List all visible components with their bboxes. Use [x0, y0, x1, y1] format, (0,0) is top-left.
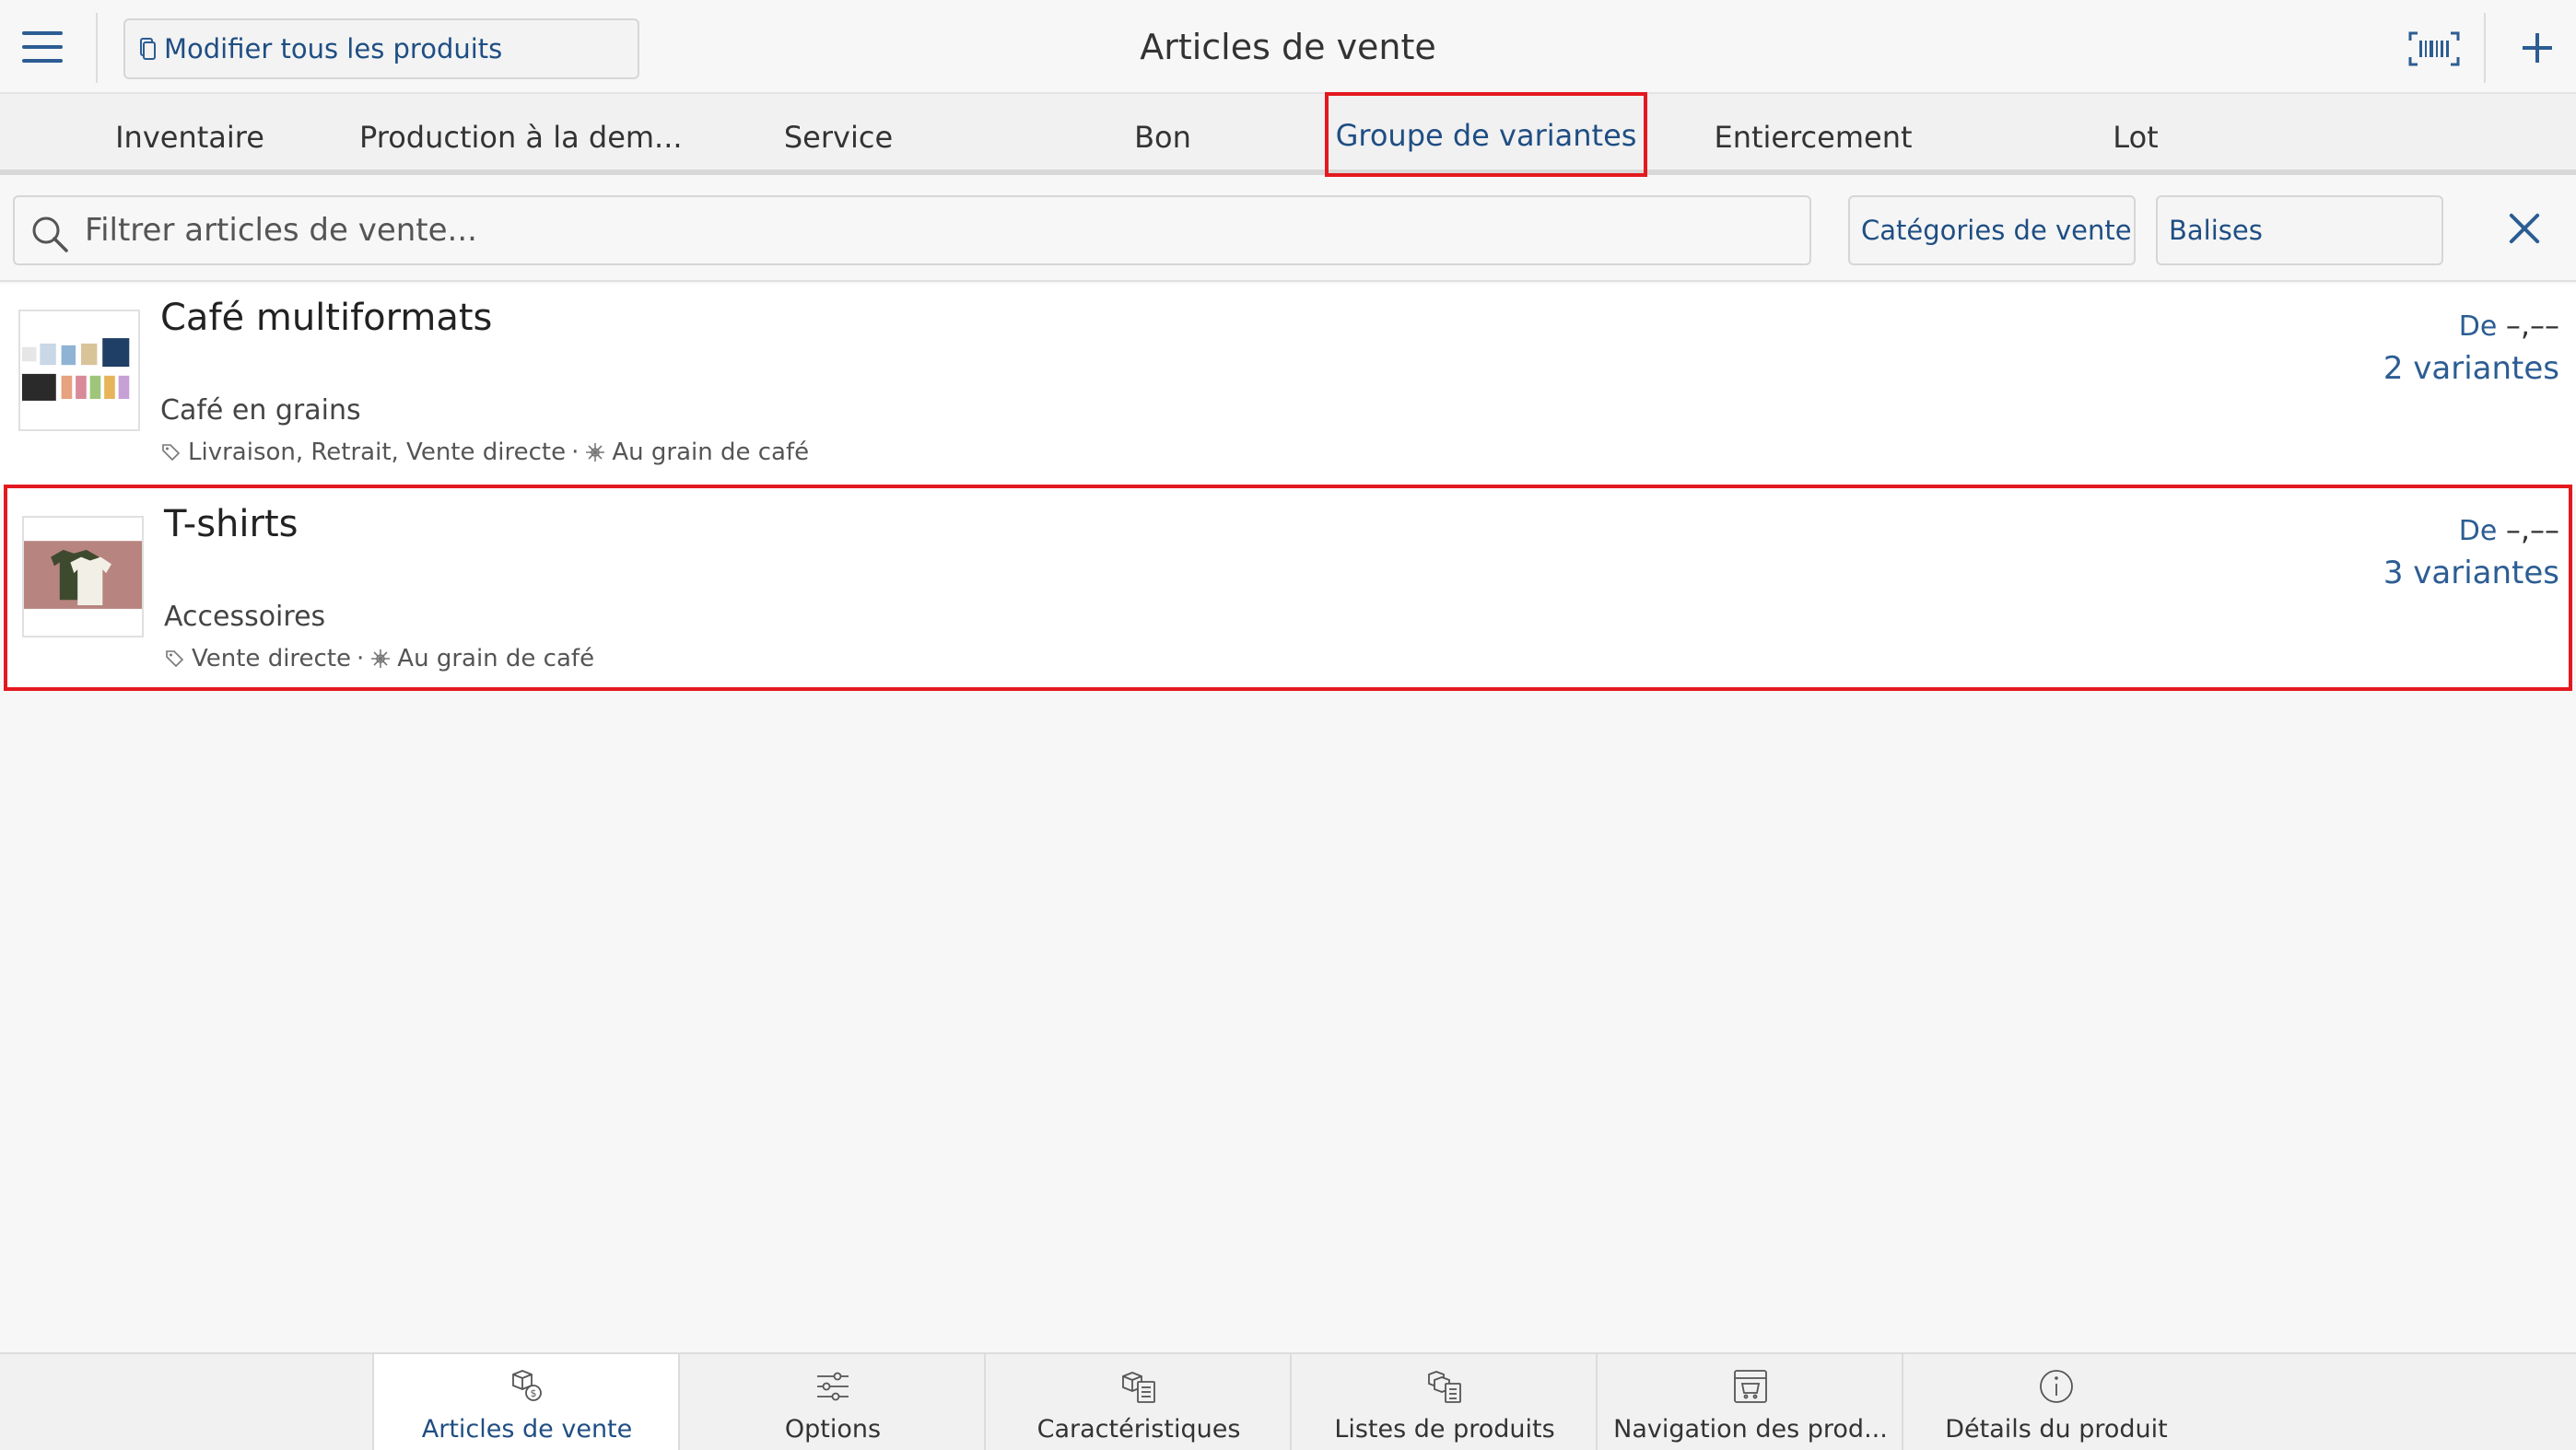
- nav-options[interactable]: Options: [678, 1354, 984, 1450]
- nav-label: Articles de vente: [421, 1415, 633, 1444]
- edit-all-products-label: Modifier tous les produits: [164, 33, 503, 64]
- nav-label: Listes de produits: [1334, 1415, 1555, 1444]
- item-meta: Vente directe · Au grain de café: [164, 645, 594, 672]
- filter-bar: Catégories de vente Balises: [0, 181, 2576, 282]
- info-icon: [2040, 1370, 2073, 1403]
- boxes-dollar-icon: $: [512, 1370, 542, 1401]
- sliders-icon: [817, 1372, 849, 1401]
- item-variants-count: 2 variantes: [2383, 350, 2559, 387]
- nav-label: Options: [784, 1415, 882, 1444]
- item-location: Au grain de café: [612, 439, 810, 466]
- location-icon: [371, 649, 391, 668]
- location-icon: [586, 443, 605, 462]
- tab-inventaire[interactable]: Inventaire: [88, 94, 291, 170]
- tags-icon: [162, 444, 181, 462]
- tab-production-a-la-demande[interactable]: Production à la dem...: [359, 94, 683, 170]
- price-prefix: De: [2458, 310, 2498, 343]
- product-type-tabs: Inventaire Production à la dem... Servic…: [0, 92, 2576, 177]
- item-channels: Livraison, Retrait, Vente directe: [188, 439, 567, 466]
- header-divider: [96, 13, 98, 83]
- header-divider: [2484, 13, 2486, 83]
- sales-items-list: Café multiformats Café en grains Livrais…: [0, 284, 2576, 490]
- list-item[interactable]: T-shirts Accessoires Vente directe · Au …: [4, 485, 2572, 691]
- svg-text:$: $: [531, 1387, 537, 1399]
- item-name: T-shirts: [164, 503, 299, 545]
- item-location: Au grain de café: [397, 645, 595, 672]
- price-value: –,––: [2505, 308, 2559, 343]
- item-name: Café multiformats: [160, 297, 493, 339]
- item-category: Café en grains: [160, 394, 361, 427]
- item-category: Accessoires: [164, 601, 326, 633]
- price-prefix: De: [2458, 515, 2498, 547]
- nav-navigation-des-produits[interactable]: Navigation des prod...: [1596, 1354, 1902, 1450]
- hamburger-menu-icon[interactable]: [22, 31, 66, 64]
- close-icon[interactable]: [2502, 206, 2547, 251]
- meta-separator: ·: [571, 439, 580, 466]
- search-box: [13, 195, 1811, 265]
- nav-label: Détails du produit: [1945, 1415, 2168, 1444]
- box-list-icon: [1122, 1372, 1155, 1403]
- storefront-icon: [1734, 1370, 1767, 1403]
- bottom-nav: $ Articles de vente Options Caractéristi…: [0, 1352, 2576, 1450]
- tags-icon: [166, 650, 184, 668]
- nav-listes-de-produits[interactable]: Listes de produits: [1290, 1354, 1596, 1450]
- tab-service[interactable]: Service: [755, 94, 921, 170]
- product-thumbnail: [18, 310, 140, 431]
- edit-all-products-button[interactable]: Modifier tous les produits: [123, 18, 639, 79]
- item-channels: Vente directe: [192, 645, 352, 672]
- nav-label: Caractéristiques: [1036, 1415, 1241, 1444]
- tab-groupe-de-variantes[interactable]: Groupe de variantes: [1325, 92, 1647, 177]
- price-value: –,––: [2505, 512, 2559, 547]
- boxes-list-icon: [1428, 1371, 1461, 1403]
- products-icon: [140, 38, 156, 60]
- tab-lot[interactable]: Lot: [2080, 94, 2191, 170]
- search-icon: [32, 216, 68, 252]
- tags-filter[interactable]: Balises: [2156, 195, 2443, 265]
- product-thumbnail: [22, 516, 144, 637]
- barcode-icon[interactable]: [2408, 31, 2460, 66]
- sales-categories-filter[interactable]: Catégories de vente: [1848, 195, 2136, 265]
- item-variants-count: 3 variantes: [2383, 555, 2559, 591]
- nav-label: Navigation des prod...: [1613, 1415, 1888, 1444]
- item-price: De –,––: [2459, 308, 2559, 343]
- tab-bon[interactable]: Bon: [1087, 94, 1238, 170]
- meta-separator: ·: [357, 645, 365, 672]
- nav-details-du-produit[interactable]: Détails du produit: [1902, 1354, 2207, 1450]
- top-bar: Modifier tous les produits Articles de v…: [0, 0, 2576, 94]
- plus-icon[interactable]: [2517, 28, 2558, 68]
- nav-articles-de-vente[interactable]: $ Articles de vente: [372, 1354, 678, 1450]
- item-meta: Livraison, Retrait, Vente directe · Au g…: [160, 439, 809, 466]
- nav-caracteristiques[interactable]: Caractéristiques: [984, 1354, 1290, 1450]
- search-input[interactable]: [85, 197, 1798, 263]
- list-item[interactable]: Café multiformats Café en grains Livrais…: [0, 284, 2576, 490]
- tab-entiercement[interactable]: Entiercement: [1701, 94, 1926, 170]
- item-price: De –,––: [2459, 512, 2559, 547]
